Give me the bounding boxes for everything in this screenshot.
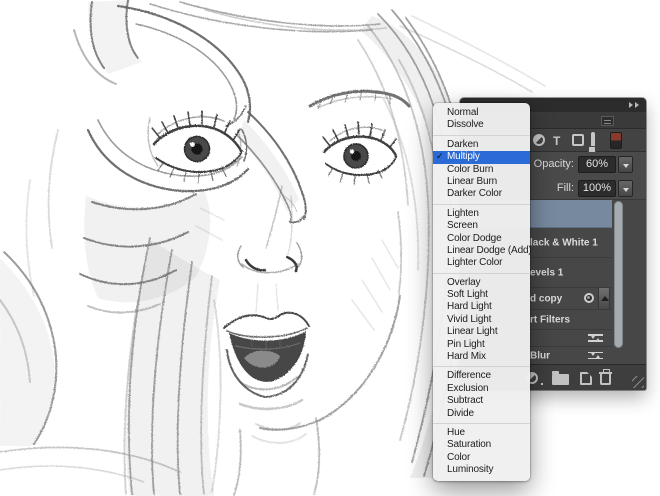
menu-item-lighter-color[interactable]: Lighter Color <box>433 257 530 269</box>
menu-separator <box>433 366 530 367</box>
panel-menu-icon[interactable] <box>601 116 614 126</box>
blend-mode-menu: Normal Dissolve Darken ✓ Multiply Color … <box>433 103 530 481</box>
layer-name: lack & White 1 <box>530 237 598 248</box>
new-layer-icon[interactable] <box>580 372 592 385</box>
collapse-panels-icon[interactable] <box>629 102 639 108</box>
opacity-dropdown-arrow-icon[interactable] <box>618 156 633 173</box>
menu-item-hard-mix[interactable]: Hard Mix <box>433 351 530 363</box>
menu-item-label: Overlay <box>447 277 480 288</box>
collapse-smart-filters-button[interactable] <box>598 288 610 309</box>
menu-item-label: Hard Light <box>447 301 492 312</box>
layer-name: evels 1 <box>530 267 563 278</box>
menu-item-vivid-light[interactable]: Vivid Light <box>433 314 530 326</box>
menu-item-label: Lighter Color <box>447 257 502 268</box>
menu-item-exclusion[interactable]: Exclusion <box>433 383 530 395</box>
menu-item-label: Pin Light <box>447 339 485 350</box>
menu-separator <box>433 204 530 205</box>
menu-item-label: Hard Mix <box>447 351 486 362</box>
menu-item-dissolve[interactable]: Dissolve <box>433 119 530 131</box>
menu-item-screen[interactable]: Screen <box>433 220 530 232</box>
menu-item-darken[interactable]: Darken <box>433 139 530 151</box>
photoshop-screenshot: T Opacity: 60% Fill: 100% lack & White 1… <box>0 0 660 496</box>
menu-item-label: Multiply <box>447 151 480 162</box>
menu-item-label: Exclusion <box>447 383 488 394</box>
menu-item-hue[interactable]: Hue <box>433 427 530 439</box>
delete-layer-icon[interactable] <box>599 371 612 385</box>
blend-options-icon[interactable] <box>588 351 603 361</box>
blend-options-icon[interactable] <box>588 333 603 343</box>
menu-item-saturation[interactable]: Saturation <box>433 439 530 451</box>
menu-item-divide[interactable]: Divide <box>433 408 530 420</box>
fill-value-text: 100% <box>583 182 611 194</box>
fill-value[interactable]: 100% <box>578 180 616 197</box>
menu-item-color-burn[interactable]: Color Burn <box>433 164 530 176</box>
menu-separator <box>433 135 530 136</box>
menu-item-darker-color[interactable]: Darker Color <box>433 188 530 200</box>
type-filter-icon[interactable]: T <box>553 135 560 147</box>
menu-item-linear-burn[interactable]: Linear Burn <box>433 176 530 188</box>
menu-item-label: Linear Burn <box>447 176 497 187</box>
menu-separator <box>433 423 530 424</box>
menu-item-color-dodge[interactable]: Color Dodge <box>433 233 530 245</box>
menu-item-luminosity[interactable]: Luminosity <box>433 464 530 476</box>
menu-separator <box>433 273 530 274</box>
menu-item-label: Dissolve <box>447 119 484 130</box>
menu-item-label: Soft Light <box>447 289 488 300</box>
menu-item-label: Linear Light <box>447 326 497 337</box>
menu-item-label: Lighten <box>447 208 479 219</box>
menu-item-label: Darker Color <box>447 188 502 199</box>
menu-item-label: Darken <box>447 139 478 150</box>
shape-filter-icon[interactable] <box>572 134 584 146</box>
menu-item-label: Hue <box>447 427 465 438</box>
opacity-value[interactable]: 60% <box>578 156 616 173</box>
menu-item-normal[interactable]: Normal <box>433 107 530 119</box>
fill-dropdown-arrow-icon[interactable] <box>618 180 633 197</box>
menu-item-overlay[interactable]: Overlay <box>433 277 530 289</box>
layer-name: rt Filters <box>530 314 570 325</box>
menu-item-color[interactable]: Color <box>433 452 530 464</box>
menu-item-label: Color Dodge <box>447 233 502 244</box>
menu-item-label: Divide <box>447 408 474 419</box>
menu-item-difference[interactable]: Difference <box>433 370 530 382</box>
layers-scrollbar-thumb[interactable] <box>614 201 623 348</box>
menu-item-label: Vivid Light <box>447 314 491 325</box>
menu-item-pin-light[interactable]: Pin Light <box>433 339 530 351</box>
layer-filter-toggle[interactable] <box>610 132 622 149</box>
menu-item-label: Luminosity <box>447 464 493 475</box>
menu-item-label: Color <box>447 452 470 463</box>
menu-item-label: Normal <box>447 107 478 118</box>
adjustment-filter-icon[interactable] <box>533 134 545 146</box>
menu-item-subtract[interactable]: Subtract <box>433 395 530 407</box>
smart-object-filter-icon[interactable] <box>591 132 595 153</box>
menu-item-label: Color Burn <box>447 164 493 175</box>
checkmark-icon: ✓ <box>436 151 443 163</box>
layer-name: Blur <box>530 350 550 361</box>
layer-name: d copy <box>530 293 562 304</box>
menu-item-label: Screen <box>447 220 478 231</box>
menu-item-multiply[interactable]: ✓ Multiply <box>433 151 530 163</box>
menu-item-label: Linear Dodge (Add) <box>447 245 532 256</box>
menu-item-soft-light[interactable]: Soft Light <box>433 289 530 301</box>
menu-item-linear-dodge-add[interactable]: Linear Dodge (Add) <box>433 245 530 257</box>
menu-item-label: Difference <box>447 370 491 381</box>
menu-item-label: Subtract <box>447 395 483 406</box>
panel-resize-grip[interactable] <box>632 376 644 388</box>
new-group-icon[interactable] <box>552 374 569 385</box>
menu-item-linear-light[interactable]: Linear Light <box>433 326 530 338</box>
menu-item-label: Saturation <box>447 439 491 450</box>
opacity-value-text: 60% <box>586 158 608 170</box>
menu-item-hard-light[interactable]: Hard Light <box>433 301 530 313</box>
menu-item-lighten[interactable]: Lighten <box>433 208 530 220</box>
smart-filter-badge-icon <box>584 293 594 303</box>
